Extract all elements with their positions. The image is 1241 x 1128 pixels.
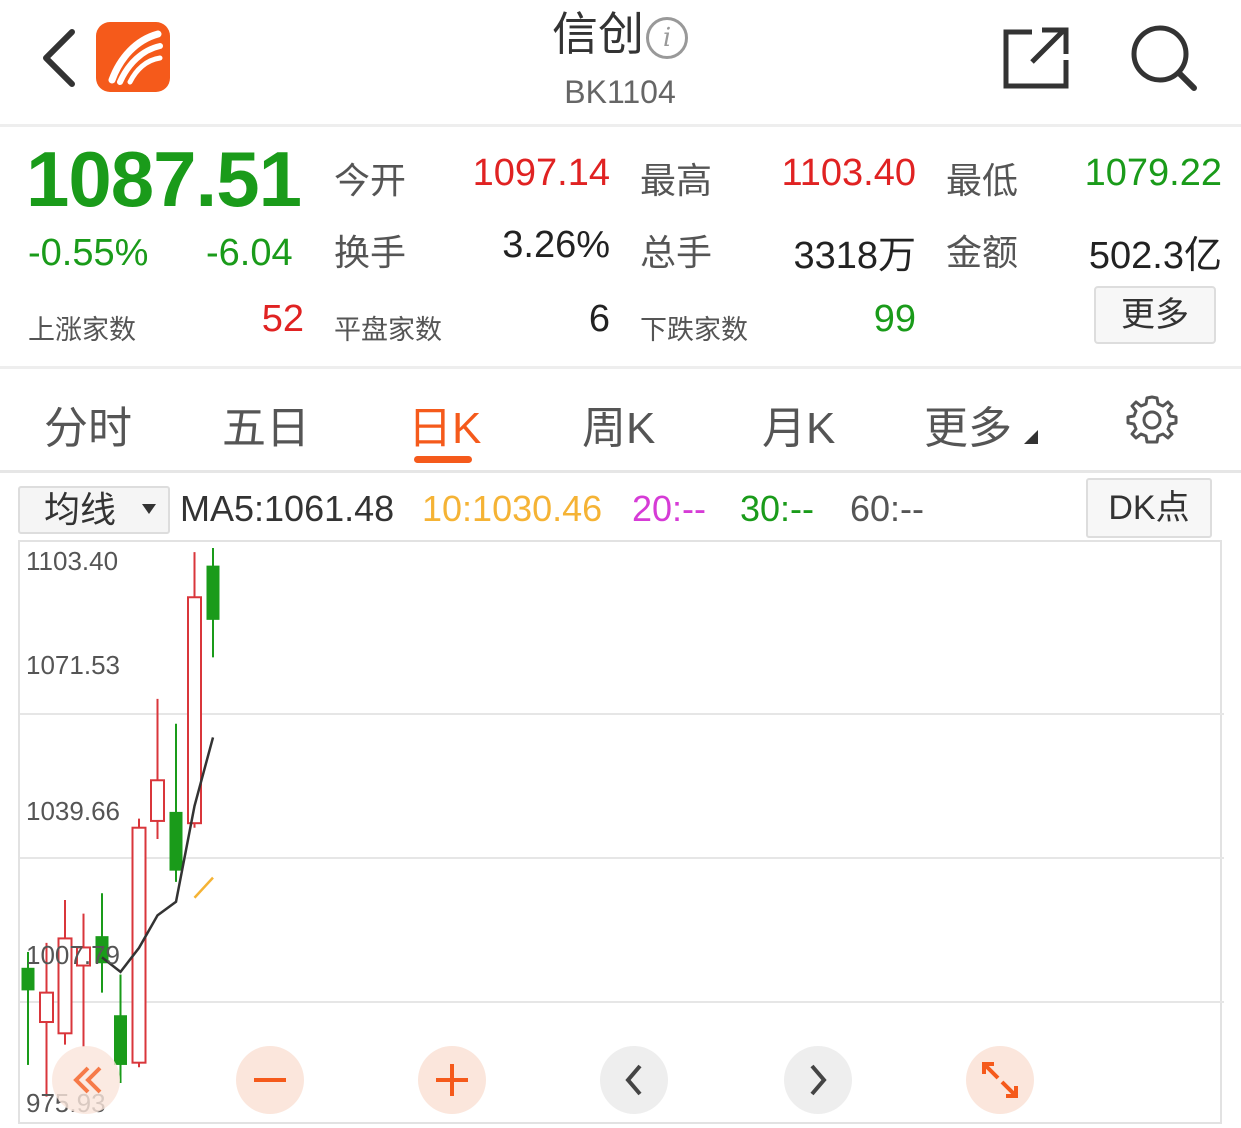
tab-five-day[interactable]: 五日 [222, 392, 310, 456]
kline-svg [20, 548, 1224, 1097]
app-logo [96, 22, 170, 92]
header: 信创 i BK1104 [0, 0, 1241, 127]
down-count: 99 [873, 298, 916, 340]
tab-daily-k[interactable]: 日K [408, 392, 481, 456]
low-value: 1079.22 [1084, 152, 1222, 194]
fullscreen-button[interactable] [966, 1046, 1034, 1114]
down-count-label: 下跌家数 [640, 315, 748, 345]
flat-count-label: 平盘家数 [334, 315, 442, 345]
search-icon[interactable] [1130, 24, 1198, 92]
ma30-value: 30:-- [740, 488, 815, 529]
tab-more[interactable]: 更多 [924, 392, 1012, 456]
dk-point-button[interactable]: DK点 [1086, 478, 1212, 538]
ma5-value: MA5:1061.48 [180, 488, 395, 529]
open-value: 1097.14 [472, 152, 610, 194]
stock-code: BK1104 [564, 74, 676, 110]
change-value: -6.04 [206, 232, 293, 274]
amount-value: 502.3亿 [1088, 235, 1222, 277]
turnover-label: 换手 [334, 232, 407, 273]
tab-monthly-k[interactable]: 月K [762, 392, 835, 456]
prev-button[interactable] [600, 1046, 668, 1114]
zoom-out-icon [254, 1078, 286, 1082]
info-icon[interactable]: i [646, 17, 688, 59]
y-label-2: 1071.53 [26, 650, 120, 680]
volume-label: 总手 [640, 232, 713, 273]
low-label: 最低 [946, 160, 1019, 201]
prev-icon [625, 1064, 642, 1096]
high-value: 1103.40 [781, 152, 916, 194]
fullscreen-icon [982, 1062, 1018, 1098]
candle-body [206, 565, 220, 620]
tab-intraday[interactable]: 分时 [44, 392, 132, 456]
more-button[interactable]: 更多 [1094, 286, 1216, 344]
flat-count: 6 [588, 298, 610, 340]
amount-label: 金额 [946, 232, 1019, 273]
candle-body [21, 967, 35, 991]
indicator-select[interactable]: 均线 [18, 486, 170, 534]
active-tab-indicator [414, 456, 472, 463]
chevron-down-icon [142, 504, 156, 514]
next-icon [810, 1064, 827, 1096]
next-button[interactable] [784, 1046, 852, 1114]
up-count: 52 [261, 298, 304, 340]
back-icon[interactable] [38, 28, 82, 88]
tabs-divider [0, 470, 1241, 473]
ma20-value: 20:-- [632, 488, 707, 529]
volume-value: 3318万 [793, 235, 916, 277]
open-label: 今开 [334, 160, 407, 201]
zoom-out-button[interactable] [236, 1046, 304, 1114]
share-icon[interactable] [1002, 26, 1070, 90]
candle-body [169, 811, 183, 871]
candle-body [150, 779, 165, 822]
candle-body [131, 826, 147, 1064]
indicator-select-label: 均线 [44, 489, 117, 530]
candle-body [39, 991, 54, 1024]
turnover-value: 3.26% [502, 224, 610, 266]
title-text: 信创 [552, 8, 644, 60]
rewind-button[interactable] [52, 1046, 120, 1114]
high-label: 最高 [640, 160, 713, 201]
zoom-in-button[interactable] [418, 1046, 486, 1114]
tab-weekly-k[interactable]: 周K [582, 392, 655, 456]
kline-chart[interactable]: 1103.40 1071.53 1039.66 1007.79 975.93 [18, 540, 1224, 1124]
page-title: 信创 i [420, 6, 820, 62]
ma10-line [193, 876, 214, 899]
ma60-value: 60:-- [850, 488, 925, 529]
change-percent: -0.55% [28, 232, 149, 274]
y-label-top: 1103.40 [26, 546, 119, 576]
ma10-value: 10:1030.46 [422, 488, 603, 529]
caret-icon [1024, 430, 1038, 444]
up-count-label: 上涨家数 [28, 315, 136, 345]
gear-icon[interactable] [1126, 394, 1178, 446]
divider [0, 366, 1241, 369]
current-price: 1087.51 [26, 135, 302, 223]
y-label-4: 1007.79 [26, 940, 120, 970]
zoom-in-icon [436, 1064, 468, 1096]
y-label-3: 1039.66 [26, 796, 120, 826]
rewind-icon [73, 1066, 102, 1094]
